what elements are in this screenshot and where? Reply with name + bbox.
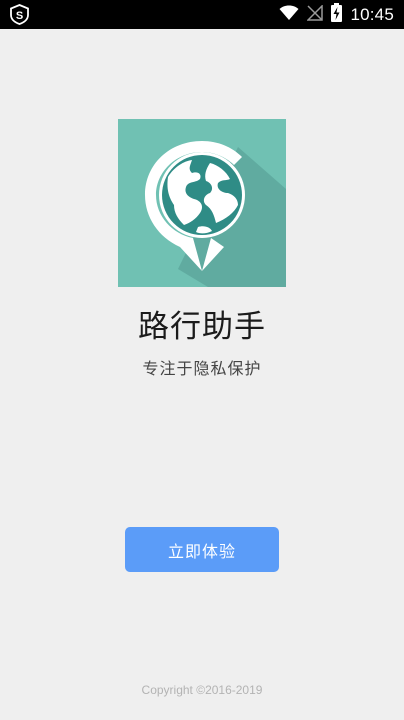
shield-s-icon: S	[9, 4, 30, 25]
globe-pin-icon	[118, 119, 286, 287]
status-bar: S 10:45	[0, 0, 404, 29]
battery-charging-icon	[331, 3, 343, 26]
status-time: 10:45	[350, 4, 394, 24]
app-logo	[118, 119, 286, 287]
app-name: 路行助手	[138, 309, 266, 345]
status-indicators: 10:45	[279, 0, 394, 29]
app-tagline: 专注于隐私保护	[142, 359, 262, 378]
wifi-icon	[279, 5, 299, 25]
svg-text:S: S	[16, 10, 23, 22]
start-experience-button[interactable]: 立即体验	[125, 527, 279, 572]
signal-off-icon	[306, 3, 324, 25]
copyright-text: Copyright ©2016-2019	[141, 683, 263, 697]
